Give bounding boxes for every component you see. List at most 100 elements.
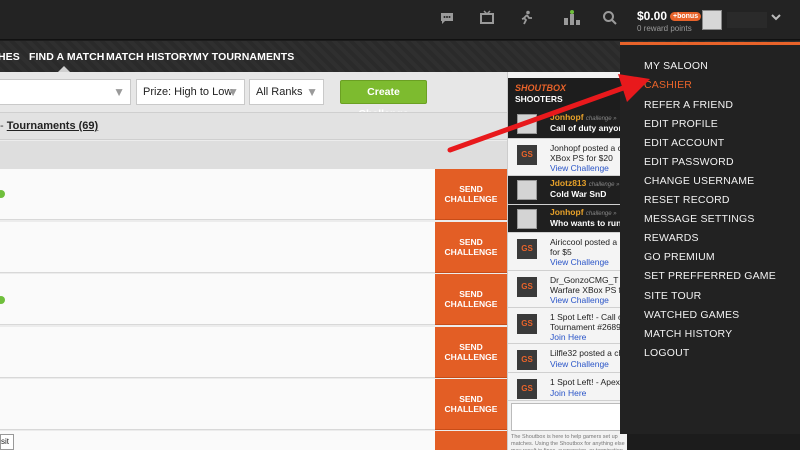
user-avatar[interactable] xyxy=(517,209,537,229)
view-challenge-link[interactable]: View Challenge xyxy=(550,257,609,267)
shout-system-post: GS Airiccool posted a for $5 View Challen… xyxy=(508,233,628,271)
send-challenge-button[interactable]: SEND CHALLENGE xyxy=(435,379,507,430)
join-here-link[interactable]: Join Here xyxy=(550,332,586,342)
join-here-link[interactable]: Join Here xyxy=(550,388,586,398)
send-label: SEND xyxy=(459,394,483,404)
shout-username[interactable]: Jonhopf challenge » xyxy=(550,112,617,122)
view-challenge-link[interactable]: View Challenge xyxy=(550,295,609,305)
send-challenge-button[interactable]: SEND CHALLENGE xyxy=(435,222,507,273)
prize-sort-select[interactable]: Prize: High to Low ▼ xyxy=(136,79,245,105)
tv-icon[interactable] xyxy=(477,10,497,28)
menu-item-watched-games[interactable]: WATCHED GAMES xyxy=(644,309,739,321)
challenge-tag[interactable]: challenge » xyxy=(586,116,617,122)
match-row[interactable]: SEND CHALLENGE xyxy=(0,379,507,430)
shout-system-post: GS 1 Spot Left! - Apex Join Here xyxy=(508,373,628,401)
chat-icon[interactable] xyxy=(437,10,457,28)
runner-icon[interactable] xyxy=(516,10,536,28)
menu-item-refer-a-friend[interactable]: REFER A FRIEND xyxy=(644,99,733,111)
online-status-dot xyxy=(0,296,5,304)
bonus-badge[interactable]: +bonus xyxy=(670,12,702,21)
nav-item-my-tournaments[interactable]: MY TOURNAMENTS xyxy=(193,51,294,63)
view-challenge-link[interactable]: View Challenge xyxy=(550,163,609,173)
shout-system-post: GS Lilfle32 posted a ch View Challenge xyxy=(508,344,628,373)
prize-sort-value: Prize: High to Low xyxy=(143,86,233,98)
match-row[interactable] xyxy=(0,431,507,450)
balance-amount[interactable]: $0.00 xyxy=(637,9,667,23)
menu-item-set-preferred-game[interactable]: SET PREFFERRED GAME xyxy=(644,270,776,282)
shout-system-post: GS 1 Spot Left! - Call o Tournament #2689… xyxy=(508,308,628,344)
create-challenge-button[interactable]: Create Challenge xyxy=(340,80,427,120)
challenge-tag[interactable]: challenge » xyxy=(589,182,620,188)
list-header-band xyxy=(0,141,507,169)
match-row[interactable]: SEND CHALLENGE xyxy=(0,169,507,220)
menu-item-change-username[interactable]: CHANGE USERNAME xyxy=(644,175,754,187)
send-label: SEND xyxy=(459,184,483,194)
shout-post-line-2: for $5 xyxy=(550,247,572,257)
menu-item-go-premium[interactable]: GO PREMIUM xyxy=(644,251,715,263)
game-select[interactable]: ▼ xyxy=(0,79,131,105)
shout-post-text: 1 Spot Left! - Call o Tournament #26899 xyxy=(550,312,628,332)
shout-post-text: Lilfle32 posted a ch xyxy=(550,348,624,358)
menu-item-edit-password[interactable]: EDIT PASSWORD xyxy=(644,156,734,168)
shoutbox-title: SHOUTBOX xyxy=(515,83,567,93)
send-challenge-button[interactable]: SEND CHALLENGE xyxy=(435,327,507,378)
menu-item-site-tour[interactable]: SITE TOUR xyxy=(644,290,701,302)
menu-item-edit-account[interactable]: EDIT ACCOUNT xyxy=(644,137,724,149)
chevron-down-icon: ▼ xyxy=(113,85,125,99)
match-row[interactable]: SEND CHALLENGE xyxy=(0,274,507,325)
search-icon[interactable] xyxy=(600,10,620,28)
menu-item-my-saloon[interactable]: MY SALOON xyxy=(644,60,708,72)
rank-select[interactable]: All Ranks ▼ xyxy=(249,79,324,105)
shout-post-text: 1 Spot Left! - Apex xyxy=(550,377,620,387)
user-avatar[interactable] xyxy=(517,180,537,200)
gamersaloon-logo-icon: GS xyxy=(517,239,537,259)
menu-item-rewards[interactable]: REWARDS xyxy=(644,232,699,244)
match-row[interactable]: SEND CHALLENGE xyxy=(0,327,507,378)
shout-message: Jonhopf challenge » Call of duty anyone xyxy=(508,110,628,139)
shout-post-line-1: 1 Spot Left! - Call o xyxy=(550,312,623,322)
deposit-button[interactable]: sit xyxy=(0,434,14,450)
challenge-tag[interactable]: challenge » xyxy=(586,211,617,217)
menu-item-reset-record[interactable]: RESET RECORD xyxy=(644,194,730,206)
shout-text: Who wants to run Co xyxy=(550,218,628,228)
shout-username-text: Jonhopf xyxy=(550,207,584,217)
leaderboard-icon[interactable] xyxy=(561,10,583,28)
gamersaloon-logo-icon: GS xyxy=(517,145,537,165)
match-row[interactable]: SEND CHALLENGE xyxy=(0,222,507,273)
shout-post-line-2: Tournament #26899 xyxy=(550,322,626,332)
tabs-line: - Tournaments (69) xyxy=(0,112,507,140)
nav-item-match-history[interactable]: MATCH HISTORY xyxy=(106,51,193,63)
send-challenge-button[interactable]: SEND CHALLENGE xyxy=(435,274,507,325)
send-label: SEND xyxy=(459,342,483,352)
chevron-down-icon: ▼ xyxy=(227,85,239,99)
shout-username[interactable]: Jdotz813 challenge » xyxy=(550,178,619,188)
shout-username-text: Jonhopf xyxy=(550,112,584,122)
send-label: SEND xyxy=(459,289,483,299)
online-status-dot xyxy=(0,190,5,198)
shout-username[interactable]: Jonhopf challenge » xyxy=(550,207,617,217)
user-avatar[interactable] xyxy=(517,114,537,134)
shoutbox-input[interactable] xyxy=(511,403,625,431)
user-avatar[interactable] xyxy=(702,10,722,30)
menu-item-message-settings[interactable]: MESSAGE SETTINGS xyxy=(644,213,755,225)
username-placeholder[interactable] xyxy=(727,12,767,28)
gamersaloon-logo-icon: GS xyxy=(517,277,537,297)
tournaments-tab-link[interactable]: Tournaments (69) xyxy=(7,120,98,132)
nav-item-partial[interactable]: HES xyxy=(0,51,20,63)
nav-item-find-a-match[interactable]: FIND A MATCH xyxy=(29,51,104,63)
shout-post-line-1: Airiccool posted a xyxy=(550,237,618,247)
challenge-label: CHALLENGE xyxy=(444,404,498,414)
shoutbox-header: SHOUTBOX SHOOTERS xyxy=(508,78,628,110)
send-challenge-button-partial[interactable] xyxy=(435,431,507,450)
challenge-label: CHALLENGE xyxy=(444,194,498,204)
menu-item-edit-profile[interactable]: EDIT PROFILE xyxy=(644,118,718,130)
reward-points: 0 reward points xyxy=(637,24,692,33)
view-challenge-link[interactable]: View Challenge xyxy=(550,359,609,369)
menu-item-logout[interactable]: LOGOUT xyxy=(644,347,690,359)
shout-text: Cold War SnD xyxy=(550,189,607,199)
send-challenge-button[interactable]: SEND CHALLENGE xyxy=(435,169,507,220)
chevron-down-icon[interactable] xyxy=(770,11,782,26)
menu-item-cashier[interactable]: CASHIER xyxy=(644,79,692,91)
challenge-label: CHALLENGE xyxy=(444,352,498,362)
menu-item-match-history[interactable]: MATCH HISTORY xyxy=(644,328,732,340)
